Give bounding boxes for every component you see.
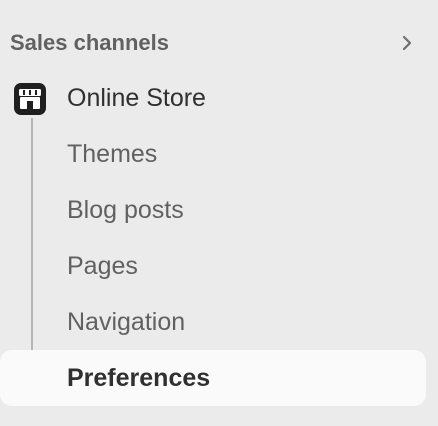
nav-label-navigation: Navigation xyxy=(67,308,186,336)
sales-channels-header[interactable]: Sales channels xyxy=(10,28,430,58)
sales-channels-title: Sales channels xyxy=(10,30,169,55)
nav-item-themes[interactable]: Themes xyxy=(0,126,426,182)
nav-item-blog-posts[interactable]: Blog posts xyxy=(0,182,426,238)
nav-item-preferences[interactable]: Preferences xyxy=(0,350,426,406)
nav-item-pages[interactable]: Pages xyxy=(0,238,426,294)
nav-label-blog-posts: Blog posts xyxy=(67,196,184,224)
nav-item-navigation[interactable]: Navigation xyxy=(0,294,426,350)
nav-label-preferences: Preferences xyxy=(67,364,211,392)
nav-label-online-store: Online Store xyxy=(67,84,206,112)
chevron-right-icon[interactable] xyxy=(398,34,416,52)
nav-label-pages: Pages xyxy=(67,252,138,280)
nav-label-themes: Themes xyxy=(67,140,158,168)
nav-item-online-store[interactable]: Online Store xyxy=(0,70,426,126)
store-icon xyxy=(14,83,46,115)
